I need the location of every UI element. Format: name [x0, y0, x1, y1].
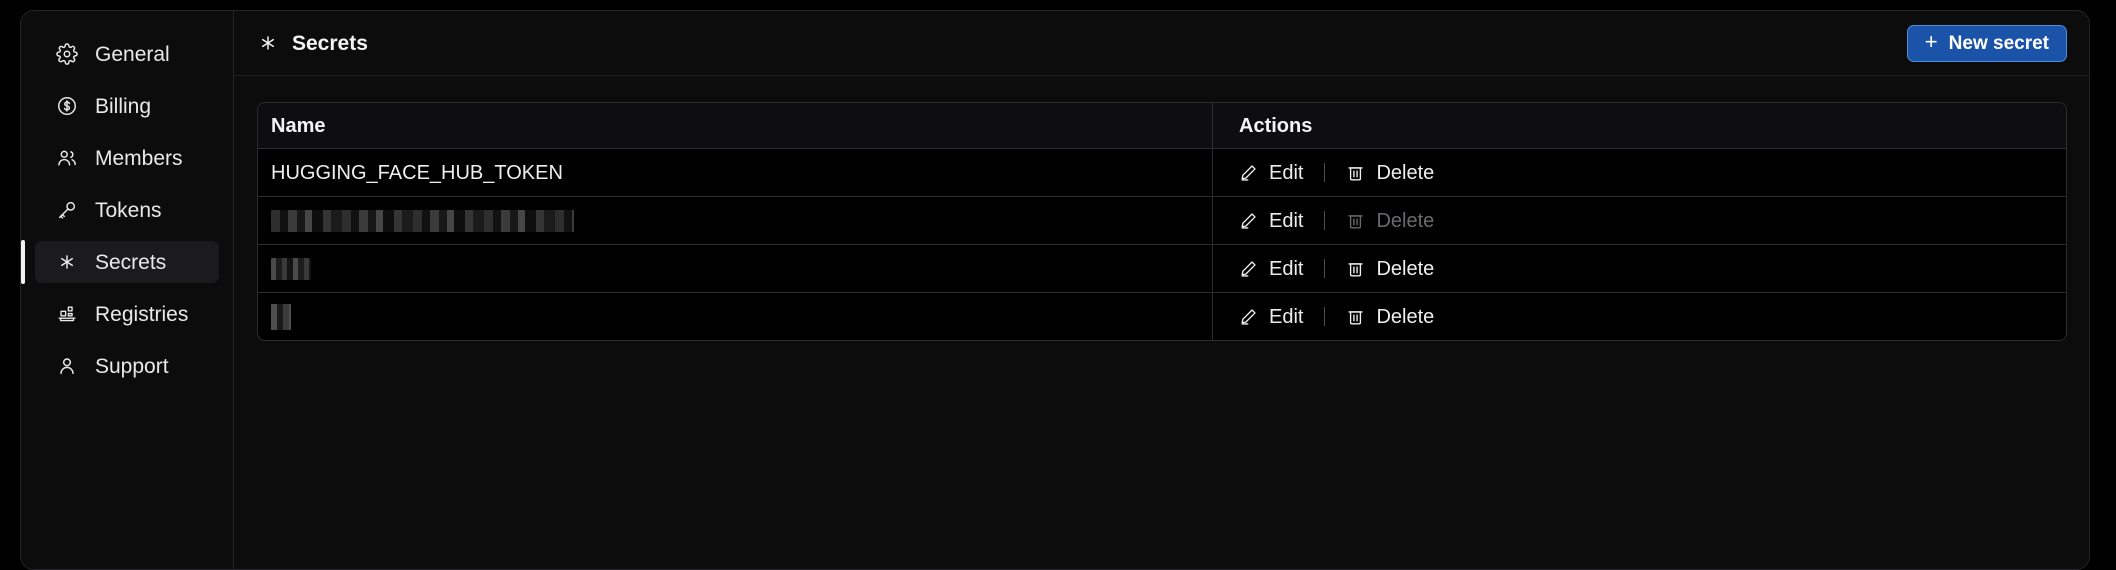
gear-icon	[56, 43, 78, 65]
users-icon	[56, 147, 78, 169]
secret-actions-cell: Edit Delete	[1213, 293, 2066, 340]
action-separator	[1324, 307, 1326, 326]
asterisk-icon	[257, 32, 279, 54]
secrets-table: Name Actions HUGGING_FACE_HUB_TOKEN Edit…	[257, 102, 2067, 341]
delete-button: Delete	[1346, 211, 1434, 231]
edit-button-label: Edit	[1269, 209, 1304, 232]
column-header-label: Actions	[1239, 114, 1313, 137]
sidebar-item-tokens[interactable]: Tokens	[35, 189, 219, 231]
trash-icon	[1346, 211, 1365, 230]
action-group: Edit Delete	[1239, 307, 1434, 327]
delete-button[interactable]: Delete	[1346, 307, 1434, 327]
trash-icon	[1346, 307, 1365, 326]
sidebar-item-label: Members	[95, 146, 183, 170]
action-group: Edit Delete	[1239, 163, 1434, 183]
secret-name-cell	[258, 245, 1213, 292]
person-icon	[56, 355, 78, 377]
new-secret-button-label: New secret	[1948, 32, 2049, 54]
sidebar-item-members[interactable]: Members	[35, 137, 219, 179]
action-group: Edit Delete	[1239, 211, 1434, 231]
edit-button[interactable]: Edit	[1239, 211, 1303, 231]
sidebar-item-general[interactable]: General	[35, 33, 219, 75]
secret-name-cell	[258, 293, 1213, 340]
secret-name-cell: HUGGING_FACE_HUB_TOKEN	[258, 149, 1213, 196]
sidebar-item-label: General	[95, 42, 170, 66]
plus-icon: +	[1924, 29, 1938, 54]
sidebar-item-label: Registries	[95, 302, 189, 326]
sidebar-item-billing[interactable]: Billing	[35, 85, 219, 127]
delete-button-label: Delete	[1376, 305, 1435, 328]
redacted-secret-name	[271, 209, 574, 232]
table-header-row: Name Actions	[258, 103, 2066, 149]
sidebar-item-support[interactable]: Support	[35, 345, 219, 387]
action-separator	[1324, 211, 1326, 230]
table-row: Edit Delete	[258, 293, 2066, 340]
edit-button[interactable]: Edit	[1239, 163, 1303, 183]
delete-button[interactable]: Delete	[1346, 163, 1434, 183]
column-header-label: Name	[271, 114, 326, 137]
table-row: Edit Delete	[258, 197, 2066, 245]
trash-icon	[1346, 259, 1365, 278]
main-panel: Secrets + New secret Name Actions HUGGIN…	[234, 11, 2089, 569]
dollar-circle-icon	[56, 95, 78, 117]
key-icon	[56, 199, 78, 221]
sidebar-item-label: Billing	[95, 94, 152, 118]
secret-name: HUGGING_FACE_HUB_TOKEN	[271, 161, 563, 184]
sidebar-item-label: Tokens	[95, 198, 162, 222]
page-title-group: Secrets	[257, 32, 368, 54]
sidebar-item-label: Support	[95, 354, 169, 378]
pencil-icon	[1239, 259, 1258, 278]
secret-actions-cell: Edit Delete	[1213, 197, 2066, 244]
pencil-icon	[1239, 307, 1258, 326]
redacted-secret-name	[271, 257, 311, 280]
edit-button-label: Edit	[1269, 257, 1304, 280]
settings-window: General Billing Members Tokens Secrets R…	[20, 10, 2090, 570]
secret-actions-cell: Edit Delete	[1213, 245, 2066, 292]
sidebar-item-label: Secrets	[95, 250, 167, 274]
delete-button-label: Delete	[1376, 257, 1435, 280]
new-secret-button[interactable]: + New secret	[1906, 24, 2067, 62]
edit-button-label: Edit	[1269, 305, 1304, 328]
action-group: Edit Delete	[1239, 259, 1434, 279]
action-separator	[1324, 163, 1326, 182]
table-row: HUGGING_FACE_HUB_TOKEN Edit Delete	[258, 149, 2066, 197]
edit-button[interactable]: Edit	[1239, 307, 1303, 327]
trash-icon	[1346, 163, 1365, 182]
secret-name-cell	[258, 197, 1213, 244]
page-header: Secrets + New secret	[234, 11, 2089, 76]
registries-icon	[56, 303, 78, 325]
pencil-icon	[1239, 163, 1258, 182]
table-row: Edit Delete	[258, 245, 2066, 293]
redacted-secret-name	[271, 303, 291, 330]
edit-button[interactable]: Edit	[1239, 259, 1303, 279]
pencil-icon	[1239, 211, 1258, 230]
asterisk-icon	[56, 251, 78, 273]
sidebar-item-secrets[interactable]: Secrets	[21, 240, 219, 284]
delete-button-label: Delete	[1376, 161, 1435, 184]
delete-button[interactable]: Delete	[1346, 259, 1434, 279]
edit-button-label: Edit	[1269, 161, 1304, 184]
delete-button-label: Delete	[1376, 209, 1435, 232]
action-separator	[1324, 259, 1326, 278]
page-title: Secrets	[292, 31, 368, 55]
sidebar-item-registries[interactable]: Registries	[35, 293, 219, 335]
page-content: Name Actions HUGGING_FACE_HUB_TOKEN Edit…	[234, 76, 2089, 569]
settings-sidebar: General Billing Members Tokens Secrets R…	[21, 11, 234, 569]
secret-actions-cell: Edit Delete	[1213, 149, 2066, 196]
table-header-cell-name: Name	[258, 103, 1213, 148]
table-header-cell-actions: Actions	[1213, 103, 2066, 148]
